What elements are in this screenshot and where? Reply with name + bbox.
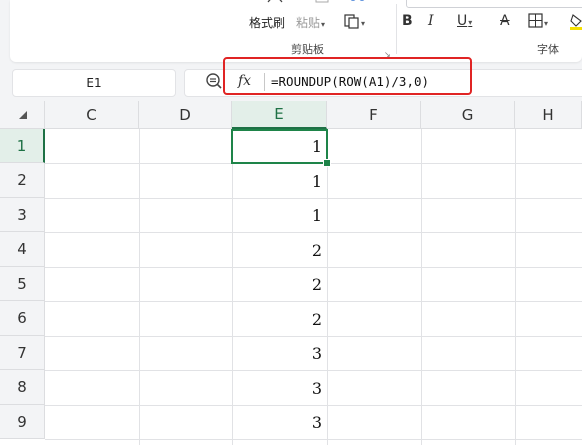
row-header-7[interactable]: 7 bbox=[0, 336, 45, 370]
row-header-3[interactable]: 3 bbox=[0, 198, 45, 232]
chevron-down-icon: ▾ bbox=[544, 19, 549, 28]
cell-e5[interactable]: 2 bbox=[232, 267, 327, 301]
link-icon bbox=[350, 0, 365, 1]
cell-e4[interactable]: 2 bbox=[232, 233, 327, 267]
paint-bucket-icon bbox=[570, 14, 582, 30]
bold-button[interactable]: B bbox=[402, 13, 413, 29]
cell-e2[interactable]: 1 bbox=[232, 164, 327, 198]
zoom-icon[interactable] bbox=[205, 72, 223, 90]
paste-button[interactable]: 粘贴▾ bbox=[296, 14, 325, 31]
selected-cell-outline bbox=[231, 129, 328, 164]
gridline bbox=[327, 129, 328, 445]
column-header-f[interactable]: F bbox=[327, 101, 421, 129]
format-painter-icon bbox=[267, 0, 283, 3]
borders-button[interactable]: ▾ bbox=[528, 13, 548, 30]
font-group-label: 字体 bbox=[537, 43, 559, 56]
italic-button[interactable]: I bbox=[428, 13, 434, 29]
group-divider bbox=[396, 4, 397, 54]
name-box[interactable]: E1 bbox=[12, 69, 176, 97]
chevron-down-icon: ▾ bbox=[321, 20, 326, 29]
formula-highlight-box bbox=[223, 57, 472, 95]
borders-icon bbox=[528, 13, 543, 28]
cell-e9[interactable]: 3 bbox=[232, 405, 327, 439]
font-name-box[interactable] bbox=[406, 0, 582, 8]
column-header-e[interactable]: E bbox=[232, 101, 327, 129]
gridline bbox=[45, 439, 582, 440]
row-header-2[interactable]: 2 bbox=[0, 163, 45, 198]
row-header-4[interactable]: 4 bbox=[0, 232, 45, 267]
chevron-down-icon: ▾ bbox=[468, 18, 473, 27]
gridline bbox=[139, 129, 140, 445]
copy-format-button[interactable]: ▾ bbox=[344, 14, 365, 29]
chevron-down-icon: ▾ bbox=[361, 19, 366, 28]
column-header-c[interactable]: C bbox=[45, 101, 139, 129]
clipboard-group-label: 剪贴板 bbox=[291, 43, 324, 56]
fill-handle[interactable] bbox=[323, 159, 331, 167]
row-header-1[interactable]: 1 bbox=[0, 129, 45, 163]
paste-icon bbox=[315, 0, 329, 3]
cell-e7[interactable]: 3 bbox=[232, 336, 327, 370]
row-header-9[interactable]: 9 bbox=[0, 405, 45, 439]
column-header-h[interactable]: H bbox=[515, 101, 582, 129]
copy-icon bbox=[344, 14, 359, 29]
cell-e8[interactable]: 3 bbox=[232, 371, 327, 405]
ribbon: 格式刷 粘贴▾ ▾ 剪贴板 ↘ B I U▾ A ▾ 字体 bbox=[10, 0, 582, 62]
row-header-8[interactable]: 8 bbox=[0, 370, 45, 405]
underline-label: U bbox=[457, 13, 468, 29]
row-header-6[interactable]: 6 bbox=[0, 301, 45, 336]
gridline bbox=[421, 129, 422, 445]
column-header-g[interactable]: G bbox=[421, 101, 515, 129]
gridline bbox=[515, 129, 516, 445]
paste-label: 粘贴 bbox=[296, 16, 321, 30]
cell-e6[interactable]: 2 bbox=[232, 302, 327, 336]
cell-e3[interactable]: 1 bbox=[232, 198, 327, 232]
strikethrough-button[interactable]: A bbox=[500, 13, 510, 29]
row-header-5[interactable]: 5 bbox=[0, 267, 45, 301]
select-all-icon bbox=[19, 111, 27, 119]
format-painter-button[interactable]: 格式刷 bbox=[249, 14, 285, 31]
fill-color-button[interactable] bbox=[570, 13, 582, 31]
column-header-d[interactable]: D bbox=[139, 101, 232, 129]
underline-button[interactable]: U▾ bbox=[457, 13, 472, 29]
